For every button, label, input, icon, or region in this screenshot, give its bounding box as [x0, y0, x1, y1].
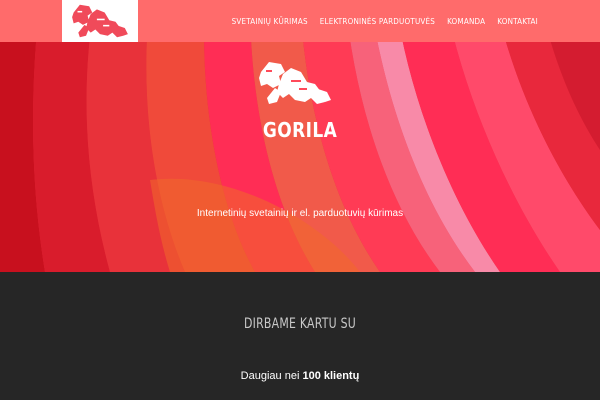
nav-item-contacts[interactable]: KONTAKTAI: [497, 17, 538, 26]
top-navigation-bar: SVETAINIŲ KŪRIMAS ELEKTRONINĖS PARDUOTUV…: [0, 0, 600, 42]
nav-item-website-development[interactable]: SVETAINIŲ KŪRIMAS: [232, 17, 308, 26]
partners-heading: DIRBAME KARTU SU: [243, 316, 357, 332]
main-nav: SVETAINIŲ KŪRIMAS ELEKTRONINĖS PARDUOTUV…: [232, 0, 538, 42]
clients-prefix: Daugiau nei: [240, 370, 300, 382]
clients-count: 100 klientų: [302, 370, 360, 382]
nav-item-e-shops[interactable]: ELEKTRONINĖS PARDUOTUVĖS: [320, 17, 435, 26]
header-logo-link[interactable]: [62, 0, 138, 42]
nav-item-team[interactable]: KOMANDA: [447, 17, 485, 26]
gorilla-logo-icon: [255, 58, 335, 112]
hero-tagline: Internetinių svetainių ir el. parduotuvi…: [196, 208, 404, 219]
brand-title: GORILA: [262, 118, 338, 142]
gorilla-logo-icon: [72, 4, 128, 38]
clients-count-text: Daugiau nei 100 klientų: [0, 370, 600, 382]
